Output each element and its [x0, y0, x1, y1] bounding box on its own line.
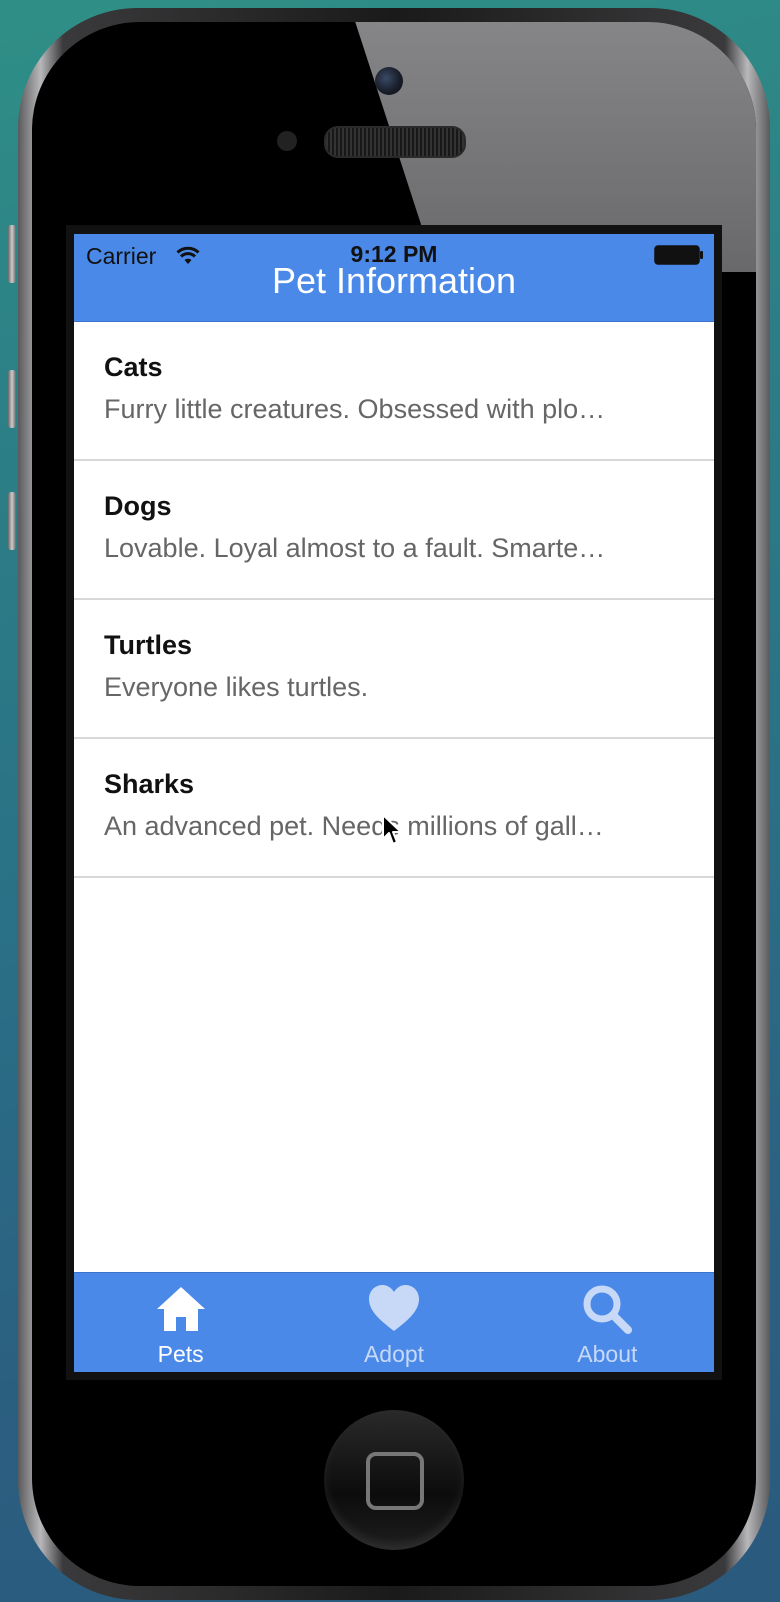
- pet-description: Everyone likes turtles.: [104, 672, 369, 702]
- pet-name: Cats: [104, 352, 163, 382]
- pet-description: Furry little creatures. Obsessed with pl…: [104, 394, 606, 424]
- pet-description: An advanced pet. Needs millions of gall…: [104, 811, 604, 841]
- search-icon: [583, 1285, 633, 1334]
- home-square-icon: [366, 1452, 424, 1510]
- app-screen: Carrier 9:12 PM Pet Information Cats Fur…: [74, 234, 714, 1372]
- pet-list: Cats Furry little creatures. Obsessed wi…: [74, 322, 714, 878]
- list-item-turtles[interactable]: Turtles Everyone likes turtles.: [74, 600, 714, 739]
- home-button[interactable]: [324, 1410, 464, 1550]
- volume-up-button: [8, 370, 16, 428]
- tab-adopt[interactable]: Adopt: [287, 1273, 500, 1372]
- pet-name: Dogs: [104, 491, 172, 521]
- tab-label: About: [577, 1341, 638, 1367]
- pet-name: Turtles: [104, 630, 193, 660]
- proximity-sensor: [277, 131, 297, 151]
- mute-switch: [8, 225, 16, 283]
- tab-bar: Pets Adopt About: [74, 1272, 714, 1372]
- tab-pets[interactable]: Pets: [74, 1273, 287, 1372]
- tab-label: Adopt: [363, 1341, 425, 1367]
- front-camera: [375, 67, 403, 95]
- list-item-cats[interactable]: Cats Furry little creatures. Obsessed wi…: [74, 322, 714, 461]
- page-title: Pet Information: [271, 260, 517, 301]
- home-icon: [156, 1287, 205, 1331]
- pet-description: Lovable. Loyal almost to a fault. Smarte…: [104, 533, 606, 563]
- navigation-bar: Carrier 9:12 PM Pet Information: [74, 234, 714, 322]
- tab-about[interactable]: About: [501, 1273, 714, 1372]
- mouse-cursor-icon: [382, 814, 402, 845]
- pet-name: Sharks: [104, 769, 195, 799]
- list-item-sharks[interactable]: Sharks An advanced pet. Needs millions o…: [74, 739, 714, 878]
- volume-down-button: [8, 492, 16, 550]
- tab-label: Pets: [157, 1341, 204, 1367]
- heart-icon: [368, 1285, 419, 1331]
- earpiece-speaker: [324, 126, 466, 158]
- list-item-dogs[interactable]: Dogs Lovable. Loyal almost to a fault. S…: [74, 461, 714, 600]
